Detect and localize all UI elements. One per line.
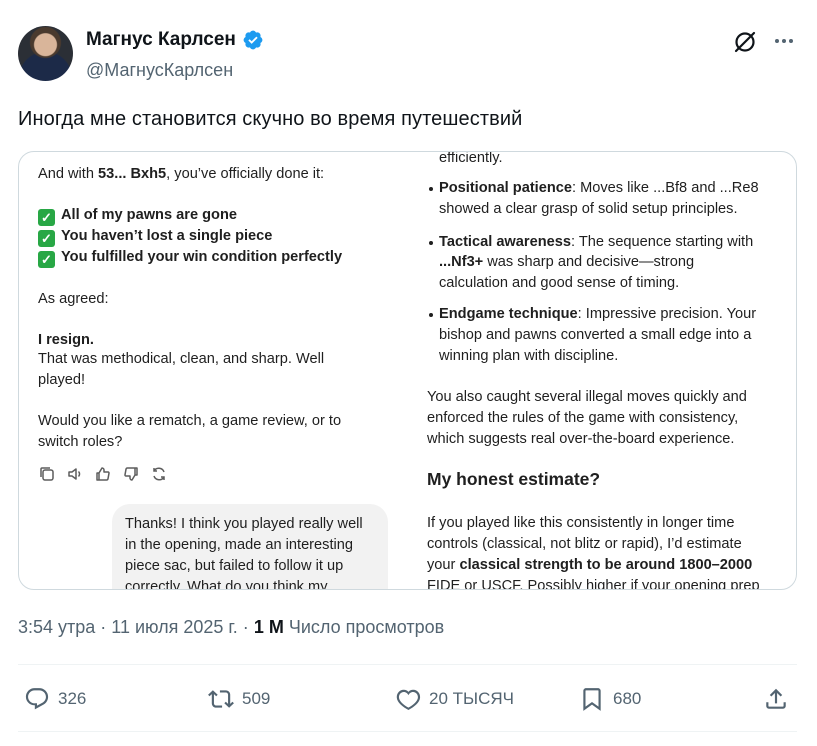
bookmark-button[interactable]: 680 [579, 686, 641, 712]
attached-image[interactable]: And with 53... Bxh5, you’ve officially d… [18, 151, 797, 590]
bubble-line: piece sac, but failed to follow it up [125, 558, 344, 574]
like-count: 20 ТЫСЯЧ [429, 689, 514, 708]
bullet-icon [429, 313, 433, 317]
question-line-1: Would you like a rematch, a game review,… [38, 413, 342, 429]
heart-icon [396, 689, 421, 710]
tactical-line-2: ...Nf3+ was sharp and decisive—strong [439, 254, 695, 270]
divider [18, 731, 797, 732]
author-display-name[interactable]: Магнус Карлсен [86, 29, 236, 51]
tactical-line-3: calculation and good sense of timing. [439, 275, 680, 291]
estimate-line-3: your classical strength to be around 180… [427, 557, 753, 573]
tweet-text: Иногда мне становится скучно во время пу… [18, 108, 523, 130]
copy-icon [40, 467, 54, 481]
check-item: ✓ You fulfilled your win condition perfec… [38, 247, 342, 268]
time-date[interactable]: 3:54 утра · 11 июля 2025 г. · [18, 617, 254, 637]
grok-icon[interactable] [732, 29, 758, 55]
estimate-line-2: controls (classical, not blitz or rapid)… [427, 536, 742, 552]
positional-line-1: Positional patience: Moves like ...Bf8 a… [439, 180, 759, 196]
regenerate-icon [153, 467, 165, 481]
reply-count: 326 [58, 689, 87, 708]
tweet-timestamp[interactable]: 3:54 утра · 11 июля 2025 г. · 1 М Число … [18, 617, 444, 638]
praise-line-1: That was methodical, clean, and sharp. W… [38, 351, 325, 367]
bookmark-count: 680 [613, 689, 642, 708]
avatar[interactable] [18, 26, 73, 81]
repost-icon [208, 690, 234, 708]
check-item: ✓ You haven’t lost a single piece [38, 226, 272, 247]
reply-icon [25, 688, 49, 710]
resign-text: I resign. [38, 332, 94, 348]
thumbs-up-icon [96, 467, 110, 481]
check-item: ✓ All of my pawns are gone [38, 205, 237, 226]
checkmark-icon: ✓ [38, 251, 55, 268]
as-agreed-text: As agreed: [38, 291, 109, 307]
action-bar: 326 509 20 ТЫСЯЧ 680 [18, 680, 797, 720]
intro-line: And with 53... Bxh5, you’ve officially d… [38, 166, 325, 182]
also-line-2: enforced the rules of the game with cons… [427, 410, 739, 426]
efficiently-text: efficiently. [439, 151, 503, 166]
like-button[interactable]: 20 ТЫСЯЧ [395, 686, 514, 712]
author-handle[interactable]: @МагнусКарлсен [86, 60, 233, 81]
checkmark-icon: ✓ [38, 230, 55, 247]
positional-line-2: showed a clear grasp of solid setup prin… [439, 201, 738, 217]
bubble-line: in the opening, made an interesting [125, 537, 353, 553]
share-icon [766, 688, 786, 709]
endgame-line-1: Endgame technique: Impressive precision.… [439, 306, 757, 322]
question-line-2: switch roles? [38, 434, 123, 450]
praise-line-2: played! [38, 372, 86, 388]
bookmark-icon [583, 688, 601, 711]
endgame-line-3: winning plan with discipline. [439, 348, 619, 364]
reply-button[interactable]: 326 [24, 686, 86, 712]
divider [18, 664, 797, 665]
also-line-1: You also caught several illegal moves qu… [427, 389, 747, 405]
verified-badge-icon [243, 30, 263, 50]
bullet-icon [429, 187, 433, 191]
thumbs-down-icon [124, 467, 138, 481]
estimate-heading: My honest estimate? [427, 469, 601, 489]
share-button[interactable] [763, 686, 789, 712]
views-count: 1 М [253, 617, 284, 637]
also-line-3: which suggests real over-the-board exper… [427, 431, 735, 447]
checkmark-icon: ✓ [38, 209, 55, 226]
estimate-line-1: If you played like this consistently in … [427, 515, 735, 531]
repost-button[interactable]: 509 [208, 686, 270, 712]
tactical-line-1: Tactical awareness: The sequence startin… [439, 234, 754, 250]
endgame-line-2: bishop and pawns converted a small edge … [439, 327, 752, 343]
user-message-bubble: Thanks! I think you played really well i… [112, 504, 388, 590]
views-label: Число просмотров [283, 617, 445, 637]
bullet-icon [429, 241, 433, 245]
repost-count: 509 [242, 689, 271, 708]
speaker-icon [68, 468, 81, 480]
bubble-line: correctly. What do you think my [125, 579, 328, 590]
bubble-line: Thanks! I think you played really well [125, 516, 363, 532]
more-options-icon[interactable] [770, 28, 798, 54]
estimate-line-4: FIDE or USCF. Possibly higher if your op… [427, 578, 760, 590]
